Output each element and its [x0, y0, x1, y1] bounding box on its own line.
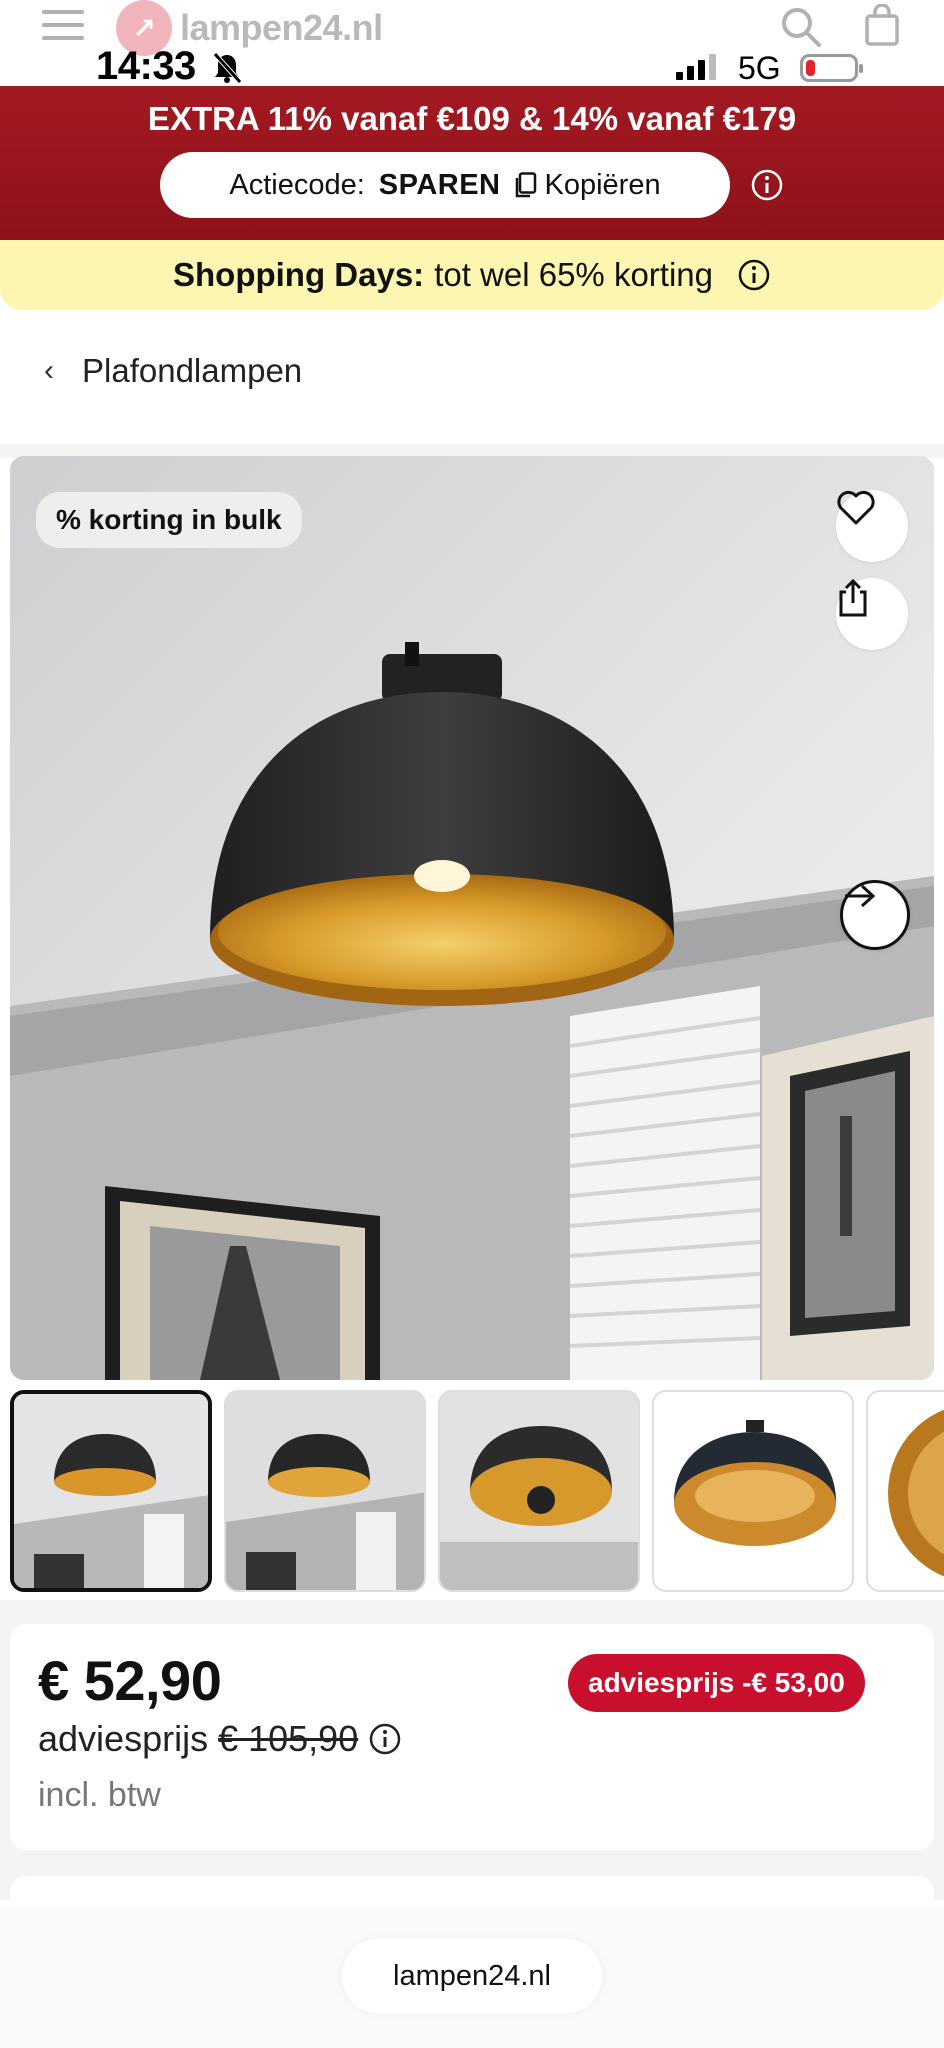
battery-icon	[800, 54, 863, 82]
thumbnail-image	[14, 1394, 208, 1588]
thumbnail-5[interactable]	[866, 1390, 944, 1592]
thumbnail-2[interactable]	[224, 1390, 426, 1592]
network-type: 5G	[738, 50, 781, 86]
menu-icon[interactable]	[42, 10, 84, 40]
thumbnail-image	[440, 1392, 638, 1590]
current-price: € 52,90	[38, 1649, 222, 1712]
thumbnail-image	[868, 1392, 944, 1590]
thumbnail-1[interactable]	[10, 1390, 212, 1592]
advice-price-label: adviesprijs	[38, 1718, 209, 1759]
battery-level	[806, 60, 815, 76]
url-field[interactable]: lampen24.nl	[342, 1938, 602, 2014]
copy-button[interactable]: Kopiëren	[515, 169, 661, 202]
shopping-bag-icon[interactable]	[864, 3, 900, 51]
bulk-discount-badge: % korting in bulk	[36, 492, 302, 548]
share-icon	[839, 578, 867, 617]
promo-code-box[interactable]: Actiecode: SPAREN Kopiëren	[160, 152, 730, 218]
promo-info-icon[interactable]	[750, 168, 784, 207]
heart-icon	[837, 490, 875, 525]
advice-price-old: € 105,90	[218, 1718, 359, 1759]
price-card: € 52,90 adviesprijs -€ 53,00 adviesprijs…	[10, 1624, 934, 1850]
browser-url-bar: lampen24.nl	[0, 1908, 944, 2048]
discount-badge: adviesprijs -€ 53,00	[568, 1654, 865, 1712]
copy-label: Kopiëren	[544, 168, 661, 201]
ceiling-lamp-photo	[10, 456, 934, 1380]
thumbnail-image	[226, 1392, 424, 1590]
info-icon[interactable]	[368, 1722, 402, 1756]
bell-off-icon	[212, 52, 242, 89]
advice-price-row: adviesprijs € 105,90	[38, 1718, 402, 1760]
copy-icon	[515, 172, 536, 198]
shopping-days-text: tot wel 65% korting	[434, 256, 713, 293]
thumbnail-3[interactable]	[438, 1390, 640, 1592]
promo-code-value: SPAREN	[378, 168, 501, 201]
vat-note: incl. btw	[38, 1776, 161, 1814]
thumbnail-4[interactable]	[652, 1390, 854, 1592]
favorite-button[interactable]	[836, 490, 908, 562]
breadcrumb[interactable]: ‹ Plafondlampen	[44, 352, 302, 390]
promo-code-label: Actiecode:	[229, 168, 365, 201]
product-image[interactable]: % korting in bulk	[10, 456, 934, 1380]
shopping-days-banner[interactable]: Shopping Days: tot wel 65% korting	[0, 240, 944, 310]
search-icon[interactable]	[780, 6, 822, 53]
shopping-days-label: Shopping Days:	[173, 256, 425, 293]
promo-title: EXTRA 11% vanaf €109 & 14% vanaf €179	[147, 100, 797, 137]
top-bar: ↗ lampen24.nl 14:33 5G	[0, 0, 944, 89]
chevron-left-icon: ‹	[44, 354, 54, 387]
next-image-button[interactable]	[840, 880, 910, 950]
breadcrumb-label: Plafondlampen	[82, 352, 303, 389]
share-button[interactable]	[836, 578, 908, 650]
promo-banner: EXTRA 11% vanaf €109 & 14% vanaf €179 Ac…	[0, 86, 944, 240]
info-icon[interactable]	[737, 258, 771, 292]
logo-text: lampen24.nl	[180, 7, 383, 48]
status-time: 14:33	[96, 44, 196, 88]
signal-icon	[676, 54, 716, 80]
thumbnail-image	[654, 1392, 852, 1590]
arrow-right-icon	[845, 884, 876, 908]
thumbnail-strip	[10, 1390, 944, 1594]
